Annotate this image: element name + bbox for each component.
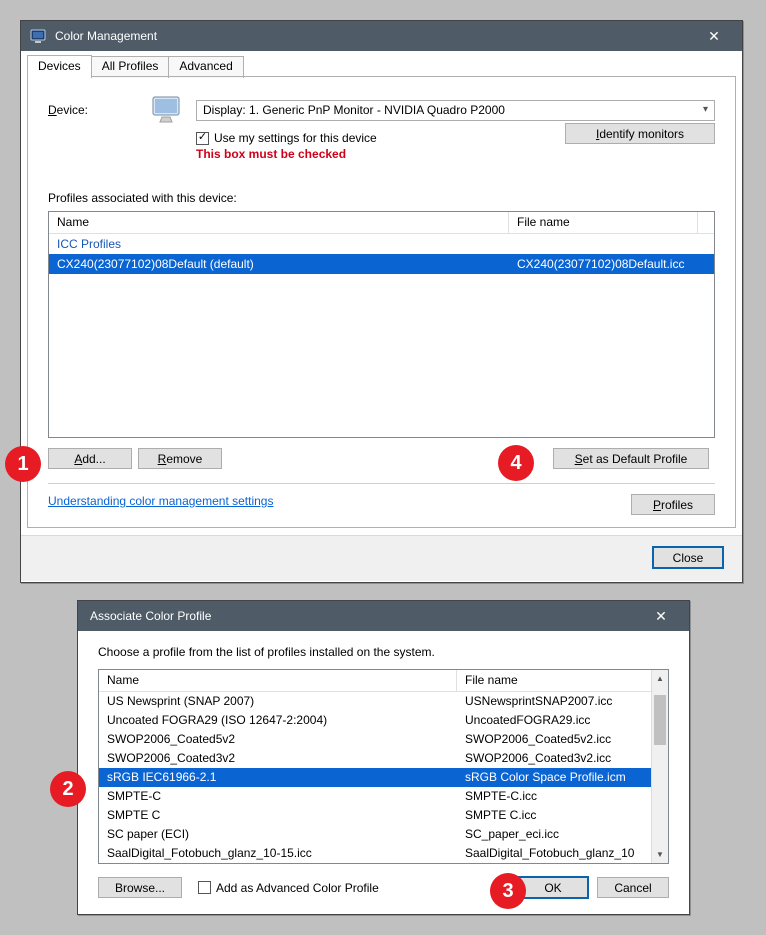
cancel-button[interactable]: Cancel: [597, 877, 669, 898]
profiles-button[interactable]: Profiles: [631, 494, 715, 515]
list-item-name: sRGB IEC61966-2.1: [99, 768, 457, 787]
list-item-file: SWOP2006_Coated5v2.icc: [457, 730, 651, 749]
list-item-name: SMPTE-C: [99, 787, 457, 806]
scroll-down-icon[interactable]: ▼: [652, 846, 668, 863]
tab-devices[interactable]: Devices: [27, 55, 92, 77]
cm-close-icon[interactable]: ✕: [692, 21, 736, 51]
list-item-name: SC paper (ECI): [99, 825, 457, 844]
color-management-icon: [29, 27, 47, 45]
scrollbar-vertical[interactable]: ▲ ▼: [651, 670, 668, 863]
list-item[interactable]: SMPTE-CSMPTE-C.icc: [99, 787, 651, 806]
row-name: CX240(23077102)08Default (default): [49, 254, 509, 274]
list-item[interactable]: sRGB IEC61966-2.1sRGB Color Space Profil…: [99, 768, 651, 787]
add-advanced-checkbox[interactable]: [198, 881, 211, 894]
identify-monitors-button[interactable]: Identify monitors: [565, 123, 715, 144]
list-item[interactable]: SaalDigital_Fotobuch_glanz_10-15.iccSaal…: [99, 844, 651, 863]
list-item-file: UncoatedFOGRA29.icc: [457, 711, 651, 730]
profiles-table-header: Name File name: [49, 212, 714, 234]
list-item[interactable]: Uncoated FOGRA29 (ISO 12647-2:2004)Uncoa…: [99, 711, 651, 730]
tab-all-profiles[interactable]: All Profiles: [91, 56, 170, 78]
list-item[interactable]: SWOP2006_Coated3v2SWOP2006_Coated3v2.icc: [99, 749, 651, 768]
acp-col-name[interactable]: Name: [99, 670, 457, 692]
acp-title: Associate Color Profile: [86, 609, 639, 623]
profiles-assoc-label: Profiles associated with this device:: [48, 191, 715, 205]
list-item-name: SWOP2006_Coated5v2: [99, 730, 457, 749]
scroll-track[interactable]: [652, 687, 668, 846]
acp-col-file[interactable]: File name: [457, 670, 651, 692]
list-item-file: USNewsprintSNAP2007.icc: [457, 692, 651, 711]
list-item-file: SaalDigital_Fotobuch_glanz_10: [457, 844, 651, 863]
marker-1: 1: [5, 446, 41, 482]
devices-panel: Device: Display: 1. Generic PnP Monitor …: [27, 76, 736, 528]
tab-advanced[interactable]: Advanced: [168, 56, 243, 78]
col-header-file[interactable]: File name: [509, 212, 698, 233]
list-item-name: SMPTE C: [99, 806, 457, 825]
use-settings-label: Use my settings for this device: [214, 131, 377, 145]
device-select-value: Display: 1. Generic PnP Monitor - NVIDIA…: [203, 103, 505, 117]
col-header-name[interactable]: Name: [49, 212, 509, 233]
list-item[interactable]: SWOP2006_Coated5v2SWOP2006_Coated5v2.icc: [99, 730, 651, 749]
acp-table-header: Name File name: [99, 670, 651, 692]
annotation-text: This box must be checked: [196, 147, 715, 161]
list-item[interactable]: SC paper (ECI)SC_paper_eci.icc: [99, 825, 651, 844]
acp-intro: Choose a profile from the list of profil…: [98, 645, 669, 659]
chevron-down-icon: ▾: [703, 104, 708, 115]
remove-button[interactable]: Remove: [138, 448, 222, 469]
list-item-name: SaalDigital_Fotobuch_glanz_10-15.icc: [99, 844, 457, 863]
browse-button[interactable]: Browse...: [98, 877, 182, 898]
list-item-file: SMPTE-C.icc: [457, 787, 651, 806]
use-settings-checkbox[interactable]: [196, 132, 209, 145]
color-management-window: Color Management ✕ Devices All Profiles …: [20, 20, 743, 583]
associate-profile-window: Associate Color Profile ✕ Choose a profi…: [77, 600, 690, 915]
close-button[interactable]: Close: [652, 546, 724, 569]
list-item-name: Uncoated FOGRA29 (ISO 12647-2:2004): [99, 711, 457, 730]
cm-titlebar: Color Management ✕: [21, 21, 742, 51]
list-item-file: SWOP2006_Coated3v2.icc: [457, 749, 651, 768]
add-advanced-label: Add as Advanced Color Profile: [216, 881, 379, 895]
row-file: CX240(23077102)08Default.icc: [509, 254, 714, 274]
add-button[interactable]: Add...: [48, 448, 132, 469]
scroll-thumb[interactable]: [654, 695, 666, 745]
device-label: Device:: [48, 103, 152, 117]
profiles-table: Name File name ICC Profiles CX240(230771…: [48, 211, 715, 438]
cm-footer: Close: [21, 535, 742, 581]
acp-rows: US Newsprint (SNAP 2007)USNewsprintSNAP2…: [99, 692, 651, 863]
list-item[interactable]: SMPTE CSMPTE C.icc: [99, 806, 651, 825]
marker-3: 3: [490, 873, 526, 909]
marker-4: 4: [498, 445, 534, 481]
monitor-icon: [152, 95, 186, 125]
list-item-name: US Newsprint (SNAP 2007): [99, 692, 457, 711]
tab-strip: Devices All Profiles Advanced: [27, 55, 742, 77]
acp-titlebar: Associate Color Profile ✕: [78, 601, 689, 631]
marker-2: 2: [50, 771, 86, 807]
acp-close-icon[interactable]: ✕: [639, 601, 683, 631]
profiles-group-icc: ICC Profiles: [49, 234, 714, 254]
device-select[interactable]: Display: 1. Generic PnP Monitor - NVIDIA…: [196, 100, 715, 121]
list-item-file: SC_paper_eci.icc: [457, 825, 651, 844]
table-row[interactable]: CX240(23077102)08Default (default) CX240…: [49, 254, 714, 274]
set-default-button[interactable]: Set as Default Profile: [553, 448, 709, 469]
list-item[interactable]: US Newsprint (SNAP 2007)USNewsprintSNAP2…: [99, 692, 651, 711]
understanding-link[interactable]: Understanding color management settings: [48, 494, 273, 508]
list-item-file: sRGB Color Space Profile.icm: [457, 768, 651, 787]
scroll-up-icon[interactable]: ▲: [652, 670, 668, 687]
list-item-name: SWOP2006_Coated3v2: [99, 749, 457, 768]
ok-button[interactable]: OK: [517, 876, 589, 899]
cm-title: Color Management: [55, 29, 692, 43]
list-item-file: SMPTE C.icc: [457, 806, 651, 825]
acp-table: Name File name US Newsprint (SNAP 2007)U…: [98, 669, 669, 864]
